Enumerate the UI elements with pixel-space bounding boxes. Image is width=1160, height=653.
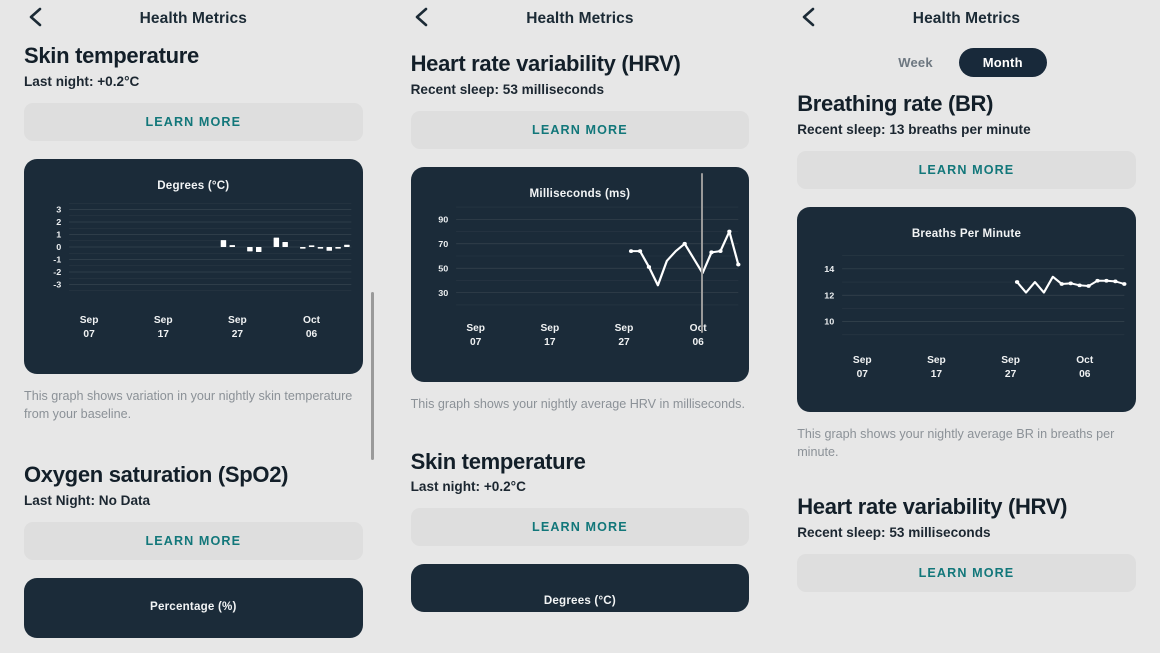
hrv-plot: 90 70 50 30 — [411, 200, 750, 320]
chart-title: Percentage (%) — [150, 600, 237, 613]
svg-text:2: 2 — [56, 217, 61, 226]
panel1-topbar: Health Metrics — [0, 0, 387, 38]
section-title: Heart rate variability (HRV) — [410, 51, 681, 76]
section-subtitle: Recent sleep: 53 milliseconds — [410, 81, 605, 97]
learn-more-button[interactable]: LEARN MORE — [410, 508, 750, 547]
page-title: Health Metrics — [912, 10, 1021, 27]
panel2-section-skin-temperature: Skin temperature Last night: +0.2°C LEAR… — [387, 448, 774, 613]
panel2-scrollbar[interactable] — [700, 173, 704, 333]
xaxis-tick: Sep 07 — [466, 322, 486, 349]
svg-text:12: 12 — [824, 291, 834, 300]
chart-caption: This graph shows your nightly average BR… — [797, 426, 1115, 459]
section-title: Skin temperature — [410, 448, 586, 474]
panel-hrv: Health Metrics Heart rate variability (H… — [386, 0, 774, 653]
panel1-section-skin-temperature: Skin temperature Last night: +0.2°C LEAR… — [0, 43, 387, 423]
chart-title: Degrees (°C) — [157, 178, 230, 192]
xaxis-tick: Oct 06 — [1076, 354, 1094, 381]
learn-more-button[interactable]: LEARN MORE — [24, 102, 363, 141]
hrv-xaxis: Sep 07 Sep 17 Sep 27 Oct 06 — [411, 322, 750, 352]
breathing-rate-chart-card: Breaths Per Minute 14 12 10 Sep 07 Sep 17 Sep 2… — [797, 206, 1136, 412]
section-subtitle: Last night: +0.2°C — [410, 479, 526, 495]
page-title: Health Metrics — [139, 10, 247, 27]
panel-breathing-rate: Health Metrics Week Month Breathing rate… — [773, 0, 1160, 653]
skin-temperature-chart-card: Degrees (°C) 3 2 1 0 -1 -2 -3 Sep 07 Sep 17 Sep 27 O… — [24, 158, 363, 374]
section-subtitle: Recent sleep: 53 milliseconds — [797, 525, 991, 540]
svg-text:10: 10 — [824, 317, 834, 326]
xaxis-tick: Sep 27 — [228, 314, 247, 341]
chevron-left-icon — [28, 6, 43, 28]
skin-temperature-partial-chart-card: Degrees (°C) — [410, 564, 750, 613]
breathing-rate-xaxis: Sep 07 Sep 17 Sep 27 Oct 06 — [797, 354, 1136, 384]
xaxis-tick: Sep 17 — [540, 322, 560, 349]
section-title: Oxygen saturation (SpO2) — [24, 462, 289, 488]
xaxis-tick: Oct 06 — [689, 322, 707, 349]
toggle-week[interactable]: Week — [886, 49, 945, 76]
panel3-section-breathing-rate: Breathing rate (BR) Recent sleep: 13 bre… — [773, 91, 1160, 461]
learn-more-button[interactable]: LEARN MORE — [24, 522, 363, 560]
svg-text:-1: -1 — [53, 255, 61, 264]
section-title: Skin temperature — [24, 43, 199, 68]
xaxis-tick: Sep 07 — [852, 354, 872, 381]
chart-title: Milliseconds (ms) — [529, 186, 631, 200]
panel-skin-temperature: Health Metrics Skin temperature Last nig… — [0, 0, 387, 653]
panel2-topbar: Health Metrics — [387, 0, 774, 38]
xaxis-tick: Sep 17 — [927, 354, 946, 381]
section-subtitle: Recent sleep: 13 breaths per minute — [797, 121, 1031, 137]
chart-caption: This graph shows variation in your night… — [24, 388, 353, 421]
learn-more-button[interactable]: LEARN MORE — [797, 554, 1136, 592]
xaxis-tick: Sep 27 — [614, 322, 634, 349]
svg-text:-2: -2 — [53, 267, 61, 276]
svg-text:30: 30 — [438, 288, 448, 297]
chart-title: Breaths Per Minute — [911, 226, 1022, 240]
panel2-section-hrv: Heart rate variability (HRV) Recent slee… — [387, 51, 774, 414]
chart-caption: This graph shows your nightly average HR… — [410, 396, 745, 411]
page-title: Health Metrics — [526, 10, 634, 27]
panel3-section-hrv: Heart rate variability (HRV) Recent slee… — [773, 495, 1160, 592]
svg-text:90: 90 — [438, 215, 448, 224]
svg-text:3: 3 — [56, 205, 61, 214]
back-button[interactable] — [795, 4, 821, 30]
svg-text:1: 1 — [56, 230, 61, 239]
panel3-topbar: Health Metrics — [773, 0, 1160, 38]
panel1-scrollbar[interactable] — [371, 292, 374, 460]
xaxis-tick: Sep 07 — [79, 314, 99, 341]
section-subtitle: Last Night: No Data — [24, 493, 151, 508]
section-title: Breathing rate (BR) — [797, 91, 994, 116]
skin-temperature-plot: 3 2 1 0 -1 -2 -3 — [24, 192, 363, 312]
section-subtitle: Last night: +0.2°C — [24, 73, 140, 89]
xaxis-tick: Oct 06 — [303, 314, 321, 341]
svg-text:14: 14 — [824, 264, 834, 273]
chart-title: Degrees (°C) — [543, 594, 616, 608]
toggle-month[interactable]: Month — [958, 47, 1047, 77]
panel1-section-spo2: Oxygen saturation (SpO2) Last Night: No … — [0, 463, 387, 638]
learn-more-button[interactable]: LEARN MORE — [410, 110, 750, 149]
xaxis-tick: Sep 27 — [1001, 354, 1020, 381]
svg-text:50: 50 — [438, 264, 448, 273]
health-metrics-screen: Health Metrics Skin temperature Last nig… — [0, 0, 1160, 653]
learn-more-button[interactable]: LEARN MORE — [797, 150, 1136, 189]
svg-text:0: 0 — [56, 242, 61, 251]
skin-temperature-xaxis: Sep 07 Sep 17 Sep 27 Oct 06 — [24, 314, 363, 344]
back-button[interactable] — [409, 4, 435, 30]
breathing-rate-plot: 14 12 10 — [797, 240, 1136, 352]
svg-text:70: 70 — [438, 239, 448, 248]
back-button[interactable] — [22, 4, 48, 30]
section-title: Heart rate variability (HRV) — [797, 494, 1068, 520]
chevron-left-icon — [414, 6, 429, 28]
hrv-chart-card: Milliseconds (ms) 90 70 50 30 Sep 07 Sep 17 Sep… — [410, 166, 750, 382]
svg-text:-3: -3 — [53, 280, 61, 289]
chevron-left-icon — [801, 6, 816, 28]
period-toggle: Week Month — [773, 40, 1160, 84]
spo2-chart-card: Percentage (%) — [24, 578, 363, 638]
xaxis-tick: Sep 17 — [153, 314, 173, 341]
